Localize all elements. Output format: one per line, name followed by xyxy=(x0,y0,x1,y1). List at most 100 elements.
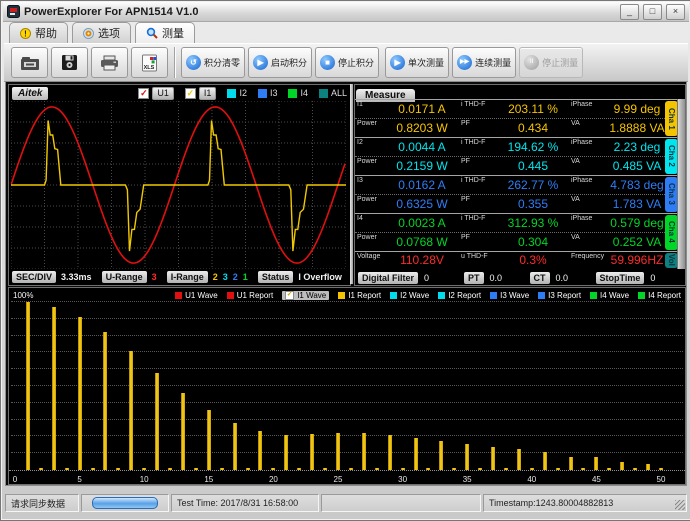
measure-row: I10.0171 Ai THD-F203.11 %iPhase9.99 deg xyxy=(355,100,665,118)
harmonics-x-axis: 05101520253035404550 xyxy=(9,472,685,484)
legend-label: I1 Wave xyxy=(297,291,326,300)
legend-item-i3-wave[interactable]: I3 Wave xyxy=(490,291,529,300)
save-button[interactable] xyxy=(51,47,88,78)
tab-measure-label: 测量 xyxy=(162,25,184,41)
x-tick-label: 5 xyxy=(77,475,81,484)
legend-item-i1-report[interactable]: I1 Report xyxy=(338,291,381,300)
app-icon xyxy=(7,5,20,18)
legend-color-swatch xyxy=(390,292,397,299)
measure-value: 110.28V xyxy=(385,253,459,267)
integral-clear-button[interactable]: ↺积分清零 xyxy=(181,47,245,78)
measure-row: Power0.2159 WPF0.445VA0.485 VA xyxy=(355,156,665,175)
measure-value: 203.11 % xyxy=(497,102,569,116)
test-time-label: Test Time: 2017/8/31 16:58:00 xyxy=(171,494,319,512)
print-button[interactable] xyxy=(91,47,128,78)
measure-scrollbar[interactable] xyxy=(677,99,685,269)
harmonic-bar-47 xyxy=(620,462,624,470)
resize-grip[interactable] xyxy=(675,500,685,510)
gridline xyxy=(11,368,683,369)
legend-item-i4-report[interactable]: I4 Report xyxy=(638,291,681,300)
toolbar: XLS ↺积分清零▶启动积分■停止积分 ▶单次测量▶▶连续测量II停止测量 xyxy=(4,43,688,82)
minimize-button[interactable]: _ xyxy=(620,4,639,20)
legend-color-swatch xyxy=(175,292,182,299)
channel-color-swatch xyxy=(319,89,328,98)
harmonic-bar-26 xyxy=(349,468,353,470)
gridline xyxy=(11,402,683,403)
measure-value: 9.99 deg xyxy=(609,102,665,116)
channel-toggle-all[interactable]: ALL xyxy=(319,88,347,98)
measure-group-cha-1: I10.0171 Ai THD-F203.11 %iPhase9.99 degP… xyxy=(355,99,678,137)
svg-text:XLS: XLS xyxy=(144,65,155,71)
channel-toggle-u1[interactable]: ✓U1 xyxy=(138,87,174,100)
measure-footer-value: 0 xyxy=(424,273,458,283)
restore-button[interactable]: □ xyxy=(643,4,662,20)
measure-panel: Measure I10.0171 Ai THD-F203.11 %iPhase9… xyxy=(354,84,686,286)
legend-color-swatch xyxy=(490,292,497,299)
scope-footer-value: I Overflow xyxy=(298,272,342,282)
harmonic-bar-42 xyxy=(556,468,560,470)
harmonic-bar-18 xyxy=(246,468,250,470)
integral-stop-button[interactable]: ■停止积分 xyxy=(315,47,379,78)
measure-param-label: VA xyxy=(569,119,609,127)
measure-value: 0.445 xyxy=(497,159,569,173)
x-tick-label: 25 xyxy=(334,475,343,484)
floppy-disk-icon xyxy=(61,54,78,71)
harmonic-bar-17 xyxy=(233,423,237,470)
x-tick-label: 0 xyxy=(13,475,17,484)
x-tick-label: 45 xyxy=(592,475,601,484)
export-xls-button[interactable]: XLS xyxy=(131,47,168,78)
channel-toggle-i3[interactable]: I3 xyxy=(258,88,278,98)
harmonic-bar-7 xyxy=(103,332,107,470)
measure-param-label: I1 xyxy=(355,100,385,108)
channel-color-swatch xyxy=(288,89,297,98)
measure-continuous-button[interactable]: ▶▶连续测量 xyxy=(452,47,516,78)
legend-item-u1-wave[interactable]: U1 Wave xyxy=(175,291,218,300)
harmonic-bar-25 xyxy=(336,433,340,470)
legend-item-u1-report[interactable]: U1 Report xyxy=(227,291,273,300)
status-spacer xyxy=(321,494,481,512)
measure-value: 0.0023 A xyxy=(385,216,459,230)
measure-value: 0.434 xyxy=(497,121,569,135)
open-button[interactable] xyxy=(11,47,48,78)
measure-row: I20.0044 Ai THD-F194.62 %iPhase2.23 deg xyxy=(355,138,665,156)
tab-measure[interactable]: 测量 xyxy=(135,22,195,43)
legend-item-i4-wave[interactable]: I4 Wave xyxy=(590,291,629,300)
measure-param-label: VA xyxy=(569,233,609,241)
legend-item-i1-wave[interactable]: ✓I1 Wave xyxy=(282,291,329,300)
scope-footer-chip: U-Range xyxy=(102,271,147,283)
measure-value: 59.996HZ xyxy=(609,253,665,267)
measure-param-label: PF xyxy=(459,119,497,127)
channel-toggle-i1[interactable]: ✓I1 xyxy=(185,87,217,100)
integral-start-icon: ▶ xyxy=(253,55,268,70)
legend-color-swatch xyxy=(638,292,645,299)
scope-footer-chip: Status xyxy=(258,271,294,283)
harmonic-bar-29 xyxy=(388,435,392,470)
harmonic-bar-22 xyxy=(297,468,301,470)
channel-toggle-i4[interactable]: I4 xyxy=(288,88,308,98)
harmonic-bar-19 xyxy=(258,431,262,470)
toolbar-separator xyxy=(174,47,176,78)
measure-value: 0.2159 W xyxy=(385,159,459,173)
gridline xyxy=(11,335,683,336)
tab-help[interactable]: ! 帮助 xyxy=(9,22,68,43)
brand-logo: Aitek xyxy=(12,87,48,100)
channel-toggle-i2[interactable]: I2 xyxy=(227,88,247,98)
measure-single-icon: ▶ xyxy=(390,55,405,70)
tab-options[interactable]: 选项 xyxy=(72,22,131,43)
harmonic-bar-40 xyxy=(530,468,534,470)
checkbox-checked-icon: ✓ xyxy=(185,88,196,99)
integral-start-button[interactable]: ▶启动积分 xyxy=(248,47,312,78)
legend-item-i2-report[interactable]: I2 Report xyxy=(438,291,481,300)
measure-param-label: i THD-F xyxy=(459,214,497,222)
harmonic-bar-43 xyxy=(569,457,573,470)
legend-item-i2-wave[interactable]: I2 Wave xyxy=(390,291,429,300)
legend-item-i3-report[interactable]: I3 Report xyxy=(538,291,581,300)
panel-splitter[interactable] xyxy=(350,84,353,284)
harmonic-bar-2 xyxy=(39,468,43,470)
measure-param-label: iPhase xyxy=(569,176,609,184)
harmonic-bar-35 xyxy=(465,444,469,470)
measure-single-button[interactable]: ▶单次测量 xyxy=(385,47,449,78)
close-button[interactable]: × xyxy=(666,4,685,20)
measure-value: 0.0768 W xyxy=(385,235,459,249)
scope-footer-value: 1 xyxy=(243,272,248,282)
